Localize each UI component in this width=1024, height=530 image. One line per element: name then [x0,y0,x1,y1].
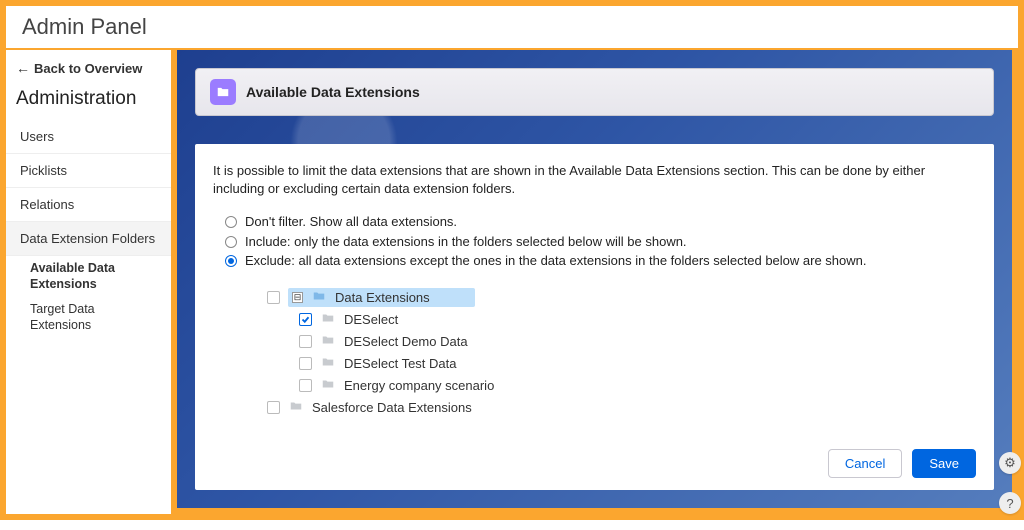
filter-radio-1[interactable]: Include: only the data extensions in the… [225,232,976,252]
radio-icon [225,216,237,228]
filter-radio-2[interactable]: Exclude: all data extensions except the … [225,251,976,271]
filter-radio-group: Don't filter. Show all data extensions.I… [213,212,976,271]
folder-icon [311,289,327,306]
tree-root-data-extensions[interactable]: ⊟ Data Extensions [243,287,976,309]
sidebar-item-relations[interactable]: Relations [6,188,171,222]
save-button[interactable]: Save [912,449,976,478]
folder-icon [320,377,336,394]
sidebar-item-picklists[interactable]: Picklists [6,154,171,188]
radio-label: Don't filter. Show all data extensions. [245,212,457,232]
help-icon: ? [1006,496,1013,511]
radio-icon [225,236,237,248]
tree-label: Salesforce Data Extensions [312,400,472,415]
sidebar: ← Back to Overview Administration UsersP… [6,50,171,514]
body-row: ← Back to Overview Administration UsersP… [6,50,1018,514]
folder-icon [320,355,336,372]
app-frame: Admin Panel ← Back to Overview Administr… [0,0,1024,520]
checkbox[interactable] [267,291,280,304]
tree-item-deselect[interactable]: DESelect [243,309,976,331]
checkbox[interactable] [267,401,280,414]
right-rail: ⚙ ? [996,0,1024,530]
radio-label: Exclude: all data extensions except the … [245,251,867,271]
panel-body: It is possible to limit the data extensi… [195,144,994,490]
expander-icon[interactable]: ⊟ [292,292,303,303]
checkbox[interactable] [299,379,312,392]
cancel-button[interactable]: Cancel [828,449,902,478]
folder-header-icon [210,79,236,105]
radio-icon [225,255,237,267]
tree-label: DESelect [344,312,398,327]
sidebar-subitem-target-data-extensions[interactable]: Target Data Extensions [6,297,171,338]
tree-label: Energy company scenario [344,378,494,393]
folder-icon [288,399,304,416]
back-label: Back to Overview [34,61,142,76]
app-title: Admin Panel [22,14,1002,40]
sidebar-subitem-available-data-extensions[interactable]: Available Data Extensions [6,256,171,297]
folder-tree: ⊟ Data Extensions DESelect DESelect Demo Da… [213,287,976,419]
folder-icon [320,333,336,350]
checkbox[interactable] [299,335,312,348]
titlebar: Admin Panel [6,6,1018,50]
checkbox[interactable] [299,313,312,326]
settings-rail-button[interactable]: ⚙ [999,452,1021,474]
folder-icon [320,311,336,328]
tree-item-deselect-test-data[interactable]: DESelect Test Data [243,353,976,375]
back-to-overview-link[interactable]: ← Back to Overview [6,50,171,84]
main-panel: Available Data Extensions It is possible… [177,50,1012,508]
radio-label: Include: only the data extensions in the… [245,232,687,252]
tree-item-deselect-demo-data[interactable]: DESelect Demo Data [243,331,976,353]
tree-label: DESelect Test Data [344,356,456,371]
panel-footer: Cancel Save [213,433,976,478]
sidebar-item-data-extension-folders[interactable]: Data Extension Folders [6,222,171,256]
help-rail-button[interactable]: ? [999,492,1021,514]
tree-label: Data Extensions [335,290,430,305]
intro-text: It is possible to limit the data extensi… [213,162,976,198]
checkbox[interactable] [299,357,312,370]
tree-root-salesforce-data-extensions[interactable]: Salesforce Data Extensions [243,397,976,419]
gear-icon: ⚙ [1004,455,1016,471]
tree-item-energy-company-scenario[interactable]: Energy company scenario [243,375,976,397]
sidebar-heading: Administration [6,84,171,120]
panel-header: Available Data Extensions [195,68,994,116]
arrow-left-icon: ← [16,60,30,76]
panel-heading: Available Data Extensions [246,84,420,100]
filter-radio-0[interactable]: Don't filter. Show all data extensions. [225,212,976,232]
sidebar-item-users[interactable]: Users [6,120,171,154]
tree-label: DESelect Demo Data [344,334,468,349]
